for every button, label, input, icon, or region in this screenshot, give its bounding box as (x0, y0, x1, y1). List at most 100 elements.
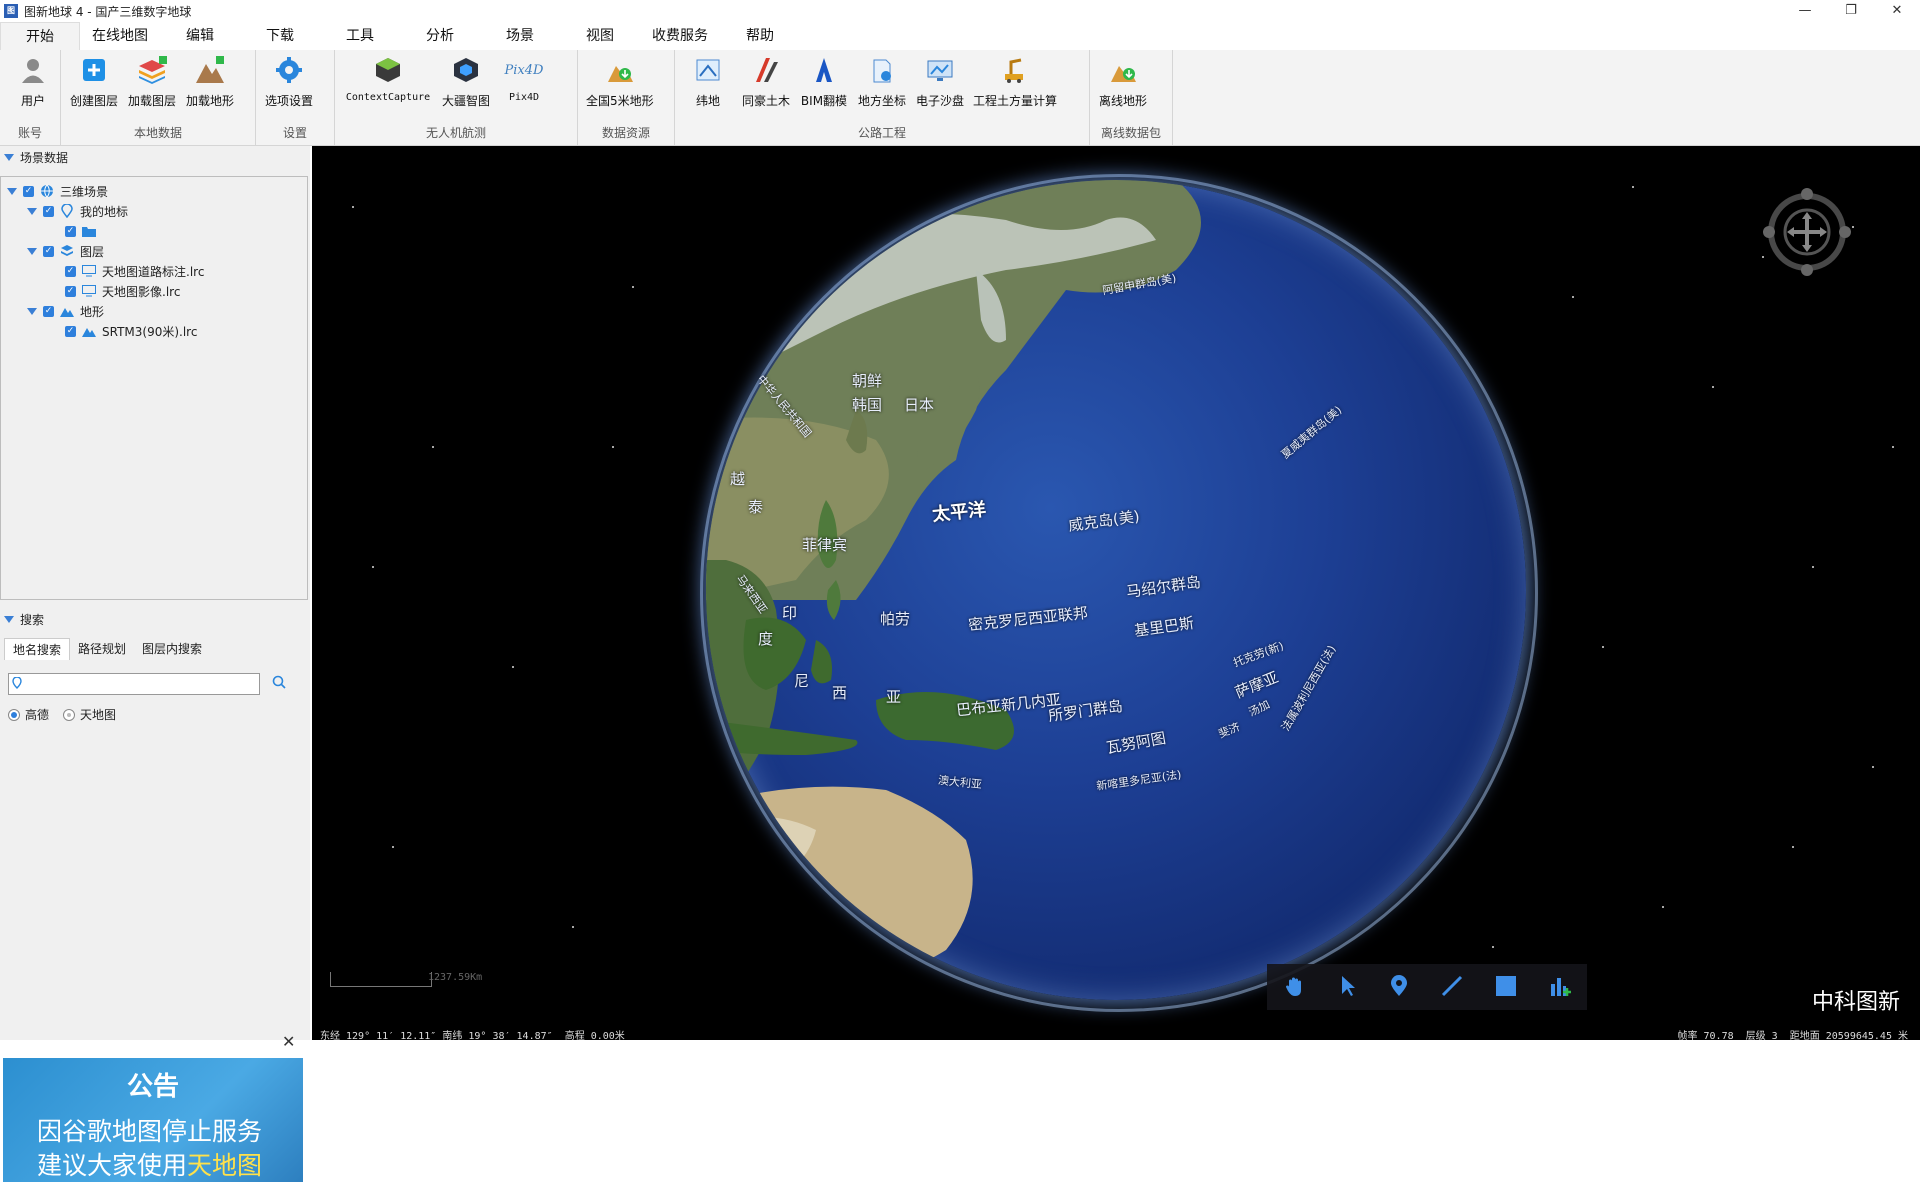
tab-help[interactable]: 帮助 (720, 22, 800, 50)
terrain-download-icon (604, 54, 636, 86)
status-bar: 东经 129° 11′ 12.11″ 南纬 19° 38′ 14.87″ 高程 … (312, 1026, 1920, 1042)
tree-node-imagery[interactable]: ✓ 天地图影像.lrc (65, 281, 180, 301)
search-panel-header[interactable]: 搜索 (0, 608, 310, 630)
checkbox[interactable]: ✓ (65, 325, 76, 337)
checkbox[interactable]: ✓ (43, 305, 54, 317)
globe-viewport[interactable]: 阿留申群岛(美) 朝鲜 韩国 日本 中华人民共和国 夏威夷群岛(美) 太平洋 威… (312, 146, 1920, 1026)
offline-terrain-icon (1107, 54, 1139, 86)
tab-edit[interactable]: 编辑 (160, 22, 240, 50)
app-logo-icon: 图 (4, 4, 18, 18)
label-philippines: 菲律宾 (802, 536, 848, 554)
star (1632, 186, 1634, 188)
weidi-icon (692, 54, 724, 86)
tree-node-terrain[interactable]: ✓ 地形 (27, 301, 104, 321)
expand-icon[interactable] (27, 307, 37, 315)
radio-button[interactable] (63, 708, 76, 721)
ribbon-group-road-engineering: 纬地 同豪土木 BIM翻模 地方坐标 电子沙盘 工程土方量计算 公路工程 (675, 50, 1090, 145)
collapse-icon[interactable] (4, 615, 14, 623)
tree-node-my-landmarks[interactable]: ✓ 我的地标 (27, 201, 128, 221)
map-toolbar (1267, 964, 1587, 1010)
tab-view[interactable]: 视图 (560, 22, 640, 50)
notice-close-button[interactable]: ✕ (282, 1032, 295, 1051)
collapse-icon[interactable] (4, 153, 14, 161)
tonghao-icon (750, 54, 782, 86)
tree-node-folder[interactable]: ✓ (65, 221, 102, 241)
contextcapture-icon (372, 54, 404, 86)
tab-tools[interactable]: 工具 (320, 22, 400, 50)
tree-node-layers[interactable]: ✓ 图层 (27, 241, 104, 261)
expand-icon[interactable] (27, 207, 37, 215)
terrain-icon (194, 54, 226, 86)
ribbon-group-settings: 选项设置 设置 (256, 50, 335, 145)
checkbox[interactable]: ✓ (43, 245, 54, 257)
star (1662, 906, 1664, 908)
star (612, 446, 614, 448)
minimize-button[interactable]: — (1782, 0, 1828, 22)
checkbox[interactable]: ✓ (23, 185, 34, 197)
gear-icon (273, 54, 305, 86)
scene-panel-header[interactable]: 场景数据 (0, 146, 310, 168)
draw-polygon-icon[interactable] (1495, 975, 1517, 1000)
add-layer-icon (78, 54, 110, 86)
landmass-layer (706, 180, 1201, 986)
tab-scene[interactable]: 场景 (480, 22, 560, 50)
checkbox[interactable]: ✓ (65, 285, 76, 297)
tab-paid-services[interactable]: 收费服务 (640, 22, 720, 50)
star (352, 206, 354, 208)
navigation-compass[interactable] (1762, 182, 1852, 285)
tab-place-search[interactable]: 地名搜索 (4, 638, 71, 660)
label-japan: 日本 (904, 396, 935, 414)
search-input-box[interactable] (8, 673, 260, 695)
compass-icon (1763, 188, 1851, 276)
scale-label: 1237.59Km (428, 972, 483, 983)
add-model-icon[interactable] (1548, 974, 1572, 1001)
tab-layer-search[interactable]: 图层内搜索 (134, 638, 210, 660)
layers-icon (60, 244, 74, 258)
close-button[interactable]: ✕ (1874, 0, 1920, 22)
search-input[interactable] (25, 675, 259, 693)
search-button[interactable] (272, 675, 286, 692)
draw-line-icon[interactable] (1440, 974, 1464, 1001)
star (1602, 646, 1604, 648)
tab-download[interactable]: 下载 (240, 22, 320, 50)
select-arrow-icon[interactable] (1338, 974, 1358, 1001)
star (1852, 226, 1854, 228)
checkbox[interactable]: ✓ (43, 205, 54, 217)
excavator-icon (999, 54, 1031, 86)
star (632, 286, 634, 288)
dji-terra-icon (450, 54, 482, 86)
radio-button[interactable] (8, 708, 20, 721)
notice-banner[interactable]: 公告 因谷歌地图停止服务 建议大家使用天地图 (3, 1058, 303, 1182)
radio-gaode[interactable]: 高德 (8, 706, 49, 723)
pan-hand-icon[interactable] (1283, 974, 1307, 1001)
sidebar: 场景数据 ✓ 三维场景 ✓ 我的地标 ✓ ✓ 图层 ✓ 天地图道路标注.lrc … (0, 146, 310, 1182)
label-indonesia-3: 尼 (794, 672, 810, 690)
radio-tianditu[interactable]: 天地图 (63, 706, 116, 723)
tree-node-3d-scene[interactable]: ✓ 三维场景 (7, 181, 108, 201)
tab-start[interactable]: 开始 (0, 22, 80, 50)
label-south-korea: 韩国 (852, 396, 883, 414)
tree-node-road-labels[interactable]: ✓ 天地图道路标注.lrc (65, 261, 204, 281)
restore-button[interactable]: ❐ (1828, 0, 1874, 22)
tab-online-map[interactable]: 在线地图 (80, 22, 160, 50)
tab-analysis[interactable]: 分析 (400, 22, 480, 50)
notice-title: 公告 (126, 1072, 179, 1102)
checkbox[interactable]: ✓ (65, 225, 76, 237)
star (1892, 446, 1894, 448)
expand-icon[interactable] (27, 247, 37, 255)
expand-icon[interactable] (7, 187, 17, 195)
earth-globe[interactable]: 阿留申群岛(美) 朝鲜 韩国 日本 中华人民共和国 夏威夷群岛(美) 太平洋 威… (706, 180, 1526, 1000)
label-indonesia-1: 印 (782, 604, 798, 622)
user-icon (17, 54, 49, 86)
label-indonesia-2: 度 (758, 630, 774, 648)
ribbon-group-account: 用户 账号 (0, 50, 61, 145)
notice-line-2: 建议大家使用天地图 (37, 1151, 263, 1180)
tree-node-srtm3[interactable]: ✓ SRTM3(90米).lrc (65, 321, 197, 341)
label-indonesia-5: 亚 (886, 688, 902, 706)
add-placemark-icon[interactable] (1389, 974, 1409, 1001)
star (372, 566, 374, 568)
location-pin-icon (60, 204, 74, 218)
checkbox[interactable]: ✓ (65, 265, 76, 277)
tab-route-planning[interactable]: 路径规划 (70, 638, 134, 660)
label-north-korea: 朝鲜 (852, 372, 883, 390)
